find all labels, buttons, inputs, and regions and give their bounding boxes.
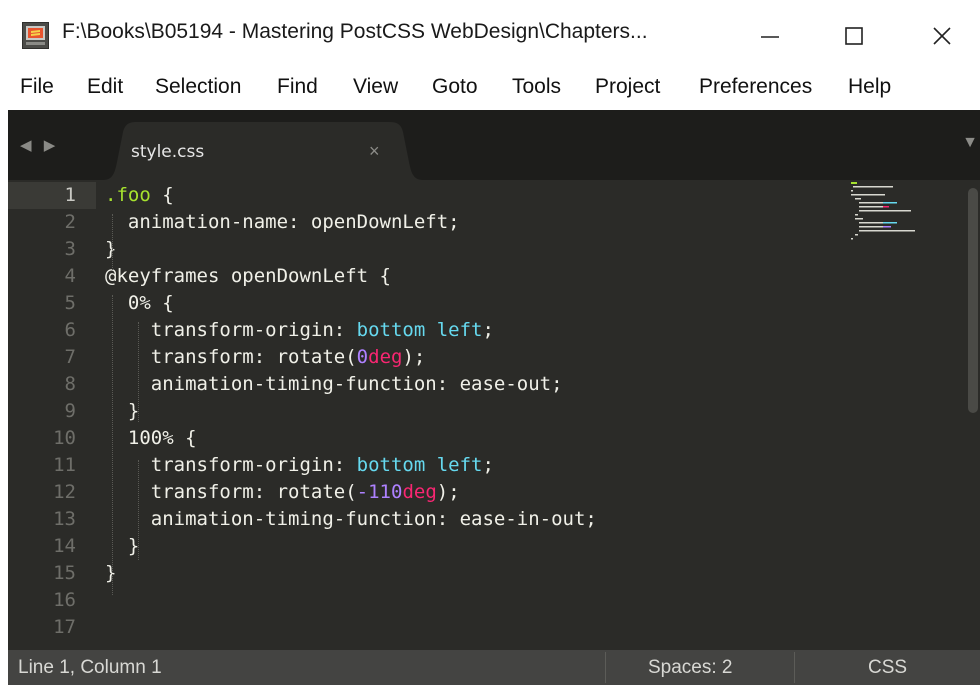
- indent-guide: [138, 460, 139, 560]
- indent-guide: [112, 295, 113, 595]
- cursor-position: Line 1, Column 1: [18, 657, 162, 678]
- maximize-icon: [845, 27, 863, 45]
- code-token: animation-timing-function: ease-in-out;: [105, 508, 597, 530]
- line-number: 9: [64, 400, 76, 422]
- maximize-button[interactable]: [824, 8, 884, 64]
- code-token: }: [105, 562, 117, 584]
- line-number: 12: [53, 481, 76, 503]
- code-line[interactable]: transform-origin: bottom left;: [105, 452, 494, 479]
- code-line[interactable]: }: [105, 533, 139, 560]
- menu-tools[interactable]: Tools: [512, 75, 561, 99]
- menu-file[interactable]: File: [20, 75, 54, 99]
- status-divider: [605, 652, 606, 683]
- menu-bar: File Edit Selection Find View Goto Tools…: [0, 72, 980, 110]
- minimap[interactable]: [843, 180, 943, 250]
- code-token: transform: rotate(: [105, 346, 357, 368]
- syntax-selector[interactable]: CSS: [868, 657, 907, 679]
- code-token: transform-origin:: [105, 454, 357, 476]
- code-token: {: [150, 184, 174, 206]
- line-number: 2: [64, 211, 76, 233]
- code-token: );: [436, 481, 460, 503]
- tab-dropdown-icon[interactable]: ▼: [962, 134, 978, 152]
- code-token: 0: [356, 346, 369, 368]
- menu-help[interactable]: Help: [848, 75, 891, 99]
- code-token: @keyframes openDownLeft {: [105, 265, 391, 287]
- code-line[interactable]: }: [105, 236, 116, 263]
- menu-preferences[interactable]: Preferences: [699, 75, 812, 99]
- code-line[interactable]: animation-timing-function: ease-in-out;: [105, 506, 597, 533]
- menu-project[interactable]: Project: [595, 75, 660, 99]
- menu-selection[interactable]: Selection: [155, 75, 241, 99]
- indent-guide: [112, 214, 113, 270]
- close-button[interactable]: [912, 8, 972, 64]
- code-token: animation-name: openDownLeft;: [105, 211, 460, 233]
- code-token: 100% {: [105, 427, 197, 449]
- code-line[interactable]: 100% {: [105, 425, 197, 452]
- line-number-gutter: 1 2 3 4 5 6 7 8 9 10 11 12 13 14 15 16 17: [8, 180, 96, 650]
- code-token: deg: [368, 346, 403, 368]
- code-token: ;: [482, 454, 494, 476]
- scrollbar-thumb[interactable]: [968, 188, 978, 413]
- code-line[interactable]: transform: rotate(-110deg);: [105, 479, 460, 506]
- line-number: 16: [53, 589, 76, 611]
- code-line[interactable]: 0% {: [105, 290, 174, 317]
- menu-find[interactable]: Find: [277, 75, 318, 99]
- code-token: bottom left: [356, 454, 483, 476]
- code-token: 0% {: [105, 292, 174, 314]
- line-number: 15: [53, 562, 76, 584]
- code-token: }: [105, 535, 140, 557]
- code-line[interactable]: transform: rotate(0deg);: [105, 344, 426, 371]
- code-token: bottom left: [356, 319, 483, 341]
- line-number: 7: [64, 346, 76, 368]
- close-icon: [933, 27, 951, 45]
- code-token: ;: [482, 319, 494, 341]
- sublime-text-icon: [22, 22, 49, 49]
- code-token: -110: [356, 481, 403, 503]
- menu-goto[interactable]: Goto: [432, 75, 478, 99]
- line-number: 14: [53, 535, 76, 557]
- line-number: 10: [53, 427, 76, 449]
- line-number: 17: [53, 616, 76, 638]
- code-token: }: [105, 400, 140, 422]
- status-divider: [794, 652, 795, 683]
- code-token: transform-origin:: [105, 319, 357, 341]
- code-line[interactable]: transform-origin: bottom left;: [105, 317, 494, 344]
- line-number: 13: [53, 508, 76, 530]
- tab-style-css[interactable]: style.css ×: [103, 122, 423, 180]
- tab-bar: ◀ ▶ style.css × ▼: [8, 110, 980, 180]
- code-editor[interactable]: 1 2 3 4 5 6 7 8 9 10 11 12 13 14 15 16 17 .foo { animati…: [8, 180, 980, 650]
- code-token: transform: rotate(: [105, 481, 357, 503]
- code-token: }: [105, 238, 117, 260]
- window-title: F:\Books\B05194 - Mastering PostCSS WebD…: [62, 20, 648, 43]
- code-line[interactable]: .foo {: [105, 182, 174, 209]
- code-token: deg: [402, 481, 437, 503]
- line-number: 3: [64, 238, 76, 260]
- line-number: 5: [64, 292, 76, 314]
- code-token: );: [402, 346, 426, 368]
- line-number: 6: [64, 319, 76, 341]
- minimize-icon: [761, 36, 779, 38]
- line-number: 1: [8, 182, 76, 209]
- line-number: 11: [53, 454, 76, 476]
- code-line[interactable]: @keyframes openDownLeft {: [105, 263, 391, 290]
- code-line[interactable]: }: [105, 398, 139, 425]
- code-line[interactable]: animation-timing-function: ease-out;: [105, 371, 563, 398]
- line-number: 8: [64, 373, 76, 395]
- menu-view[interactable]: View: [353, 75, 398, 99]
- tab-label: style.css: [131, 142, 205, 162]
- code-token: animation-timing-function: ease-out;: [105, 373, 563, 395]
- indent-guide: [138, 322, 139, 422]
- line-number: 4: [64, 265, 76, 287]
- title-bar: F:\Books\B05194 - Mastering PostCSS WebD…: [0, 0, 980, 72]
- tab-close-icon[interactable]: ×: [369, 141, 380, 162]
- minimize-button[interactable]: [740, 8, 800, 64]
- tab-nav-arrows-icon[interactable]: ◀ ▶: [20, 136, 59, 154]
- code-line[interactable]: }: [105, 560, 116, 587]
- indentation-setting[interactable]: Spaces: 2: [648, 657, 733, 679]
- code-line[interactable]: animation-name: openDownLeft;: [105, 209, 460, 236]
- code-token: .foo: [105, 184, 151, 206]
- menu-edit[interactable]: Edit: [87, 75, 123, 99]
- status-bar: Line 1, Column 1 Spaces: 2 CSS: [8, 650, 980, 685]
